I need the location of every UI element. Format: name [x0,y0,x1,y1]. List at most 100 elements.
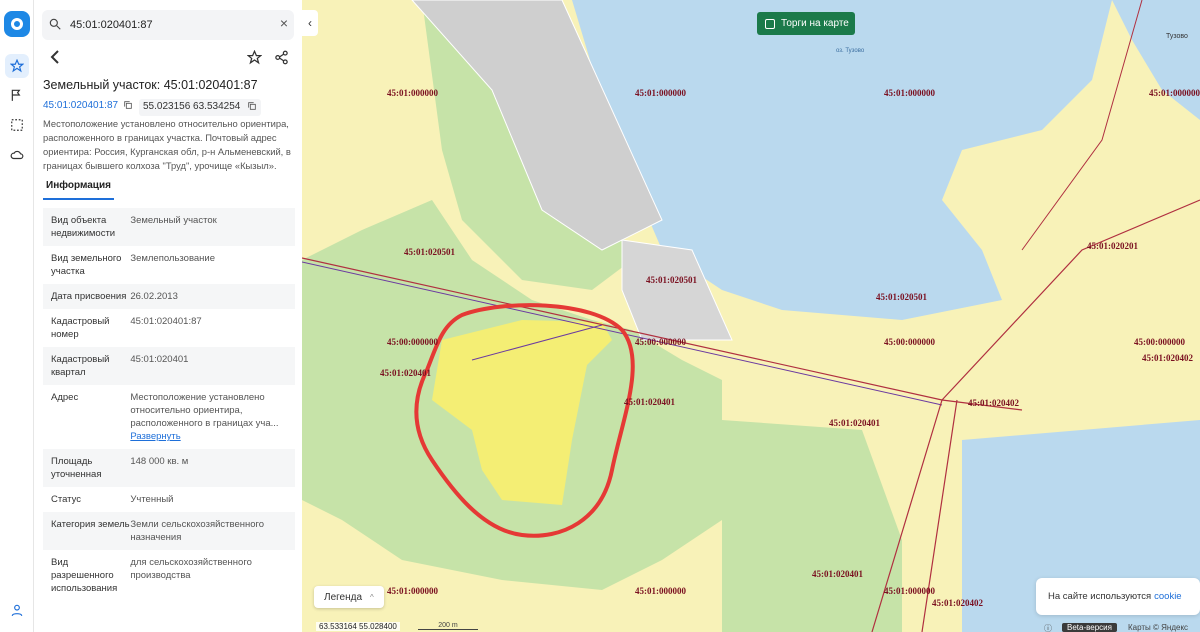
attribute-row: Категория земель Земли сельскохозяйственн… [43,512,295,550]
attribute-value: 45:01:020401:87 [130,315,287,341]
star-icon[interactable] [5,54,29,78]
cookie-text: На сайте используются [1048,591,1152,602]
parcel-description: Местоположение установлено относительно … [43,118,291,171]
app-logo-icon[interactable] [4,11,30,37]
auction-label: Торги на карте [781,18,849,29]
cursor-coordinates: 63.533164 55.028400 [316,622,400,631]
cadastral-zone-label: 45:00:000000 [635,337,686,347]
expand-link[interactable]: Развернуть [130,430,287,443]
close-icon[interactable]: × [280,15,288,31]
attribute-value: 148 000 кв. м [130,455,287,481]
meadow-area [722,420,902,632]
search-box[interactable]: 45:01:020401:87 × [42,10,294,40]
attribute-row: Кадастровый номер 45:01:020401:87 [43,309,295,347]
cadastral-zone-label: 45:01:020402 [932,598,983,608]
cadastral-zone-label: 45:01:000000 [1149,88,1200,98]
cadastral-zone-label: 45:01:000000 [387,586,438,596]
cookie-link[interactable]: cookie [1154,591,1181,602]
attribute-row: Кадастровый квартал 45:01:020401 [43,347,295,385]
search-input[interactable]: 45:01:020401:87 [70,19,153,31]
attribute-table: Вид объекта недвижимости Земельный участо… [43,208,295,601]
cadastral-zone-label: 45:01:020501 [876,292,927,302]
village-label: Тузово [1166,33,1188,40]
attribute-value-text: Местоположение установлено относительно … [130,392,279,429]
favorite-star-icon[interactable] [246,49,263,70]
copy-icon[interactable] [247,101,257,114]
cadastral-number-link[interactable]: 45:01:020401:87 [43,100,133,113]
attribute-value-text: 26.02.2013 [130,291,178,302]
cookie-banner: На сайте используются cookie [1036,578,1200,615]
attribute-key: Вид разрешенного использования [51,557,118,594]
attribute-value-text: Земельный участок [130,215,217,226]
attribute-key: Кадастровый квартал [51,354,110,378]
attribute-value-text: Землепользование [130,253,216,264]
cadastral-zone-label: 45:01:020401 [812,569,863,579]
tab-info[interactable]: Информация [43,177,114,200]
back-arrow-icon[interactable] [50,50,60,69]
attribute-key: Вид объекта недвижимости [51,215,116,239]
cadastral-zone-label: 45:01:020501 [404,247,455,257]
attribute-value-text: Учтенный [130,494,174,505]
cadastral-zone-label: 45:01:000000 [884,88,935,98]
cadastral-zone-label: 45:01:020201 [1087,241,1138,251]
cloud-icon[interactable] [5,143,29,167]
cadastral-zone-label: 45:01:020401 [829,418,880,428]
cadastral-zone-label: 45:01:000000 [387,88,438,98]
attribute-value: Учтенный [130,493,287,506]
coordinates-chip[interactable]: 55.023156 63.534254 [139,99,262,116]
parcel-panel: 45:01:020401:87 × Земельный участок: 45:… [34,0,302,632]
cadastral-zone-label: 45:01:000000 [635,88,686,98]
attribute-row: Вид объекта недвижимости Земельный участо… [43,208,295,246]
auction-toggle-button[interactable]: Торги на карте [757,12,855,35]
cadastral-zone-label: 45:01:020401 [624,397,675,407]
search-icon [48,17,62,36]
attribute-key: Категория земель [51,519,130,530]
nav-rail [0,0,34,632]
attribute-row: Площадь уточненная 148 000 кв. м [43,449,295,487]
attribute-key: Дата присвоения [51,291,127,302]
legend-button[interactable]: Легенда ^ [314,586,384,608]
cadastral-zone-label: 45:00:000000 [884,337,935,347]
select-area-icon[interactable] [5,113,29,137]
attribute-row: Адрес Местоположение установлено относите… [43,385,295,449]
attribute-value-text: 45:01:020401:87 [130,316,202,327]
map-canvas[interactable]: оз. Тузово Тузово 45:01:000000 45:01:0000… [302,0,1200,632]
cadastral-zone-label: 45:01:020402 [968,398,1019,408]
attribute-key: Вид земельного участка [51,253,122,277]
attribute-row: Дата присвоения 26.02.2013 [43,284,295,309]
attribute-value: 26.02.2013 [130,290,287,303]
attribute-row: Вид разрешенного использования для сельск… [43,550,295,601]
info-icon[interactable]: ⓘ [1044,623,1052,632]
cadastral-zone-label: 45:01:000000 [884,586,935,596]
cadastral-zone-label: 45:01:000000 [635,586,686,596]
attribute-value: Землепользование [130,252,287,278]
copy-icon[interactable] [123,100,133,113]
attribute-key: Статус [51,494,82,505]
attribute-key: Адрес [51,392,79,403]
attribute-value: Местоположение установлено относительно … [130,391,287,443]
parcel-title: Земельный участок: 45:01:020401:87 [43,78,258,92]
cadastral-zone-label: 45:01:020501 [646,275,697,285]
attribute-row: Вид земельного участка Землепользование [43,246,295,284]
user-icon[interactable] [5,598,29,622]
map-provider-credit[interactable]: Карты © Яндекс [1128,623,1188,632]
attribute-row: Статус Учтенный [43,487,295,512]
legend-label: Легенда [324,591,363,603]
scale-bar: 200 m [418,622,478,630]
map-flag-icon[interactable] [5,83,29,107]
collapse-panel-button[interactable]: ‹ [302,10,318,36]
share-icon[interactable] [274,50,289,70]
attribute-value-text: 148 000 кв. м [130,456,189,467]
attribute-value: 45:01:020401 [130,353,287,379]
attribute-value: Земли сельскохозяйственного назначения [130,518,287,544]
lake-label: оз. Тузово [836,48,865,54]
cadastral-zone-label: 45:01:020401 [380,368,431,378]
chevron-up-icon: ^ [370,592,374,602]
attribute-value-text: Земли сельскохозяйственного назначения [130,519,265,543]
attribute-value-text: 45:01:020401 [130,354,189,365]
checkbox-icon[interactable] [765,18,775,29]
cadastral-zone-label: 45:01:020402 [1142,353,1193,363]
cadastral-zone-label: 45:00:000000 [387,337,438,347]
panel-toolbar [34,49,302,70]
attribute-value: Земельный участок [130,214,287,240]
